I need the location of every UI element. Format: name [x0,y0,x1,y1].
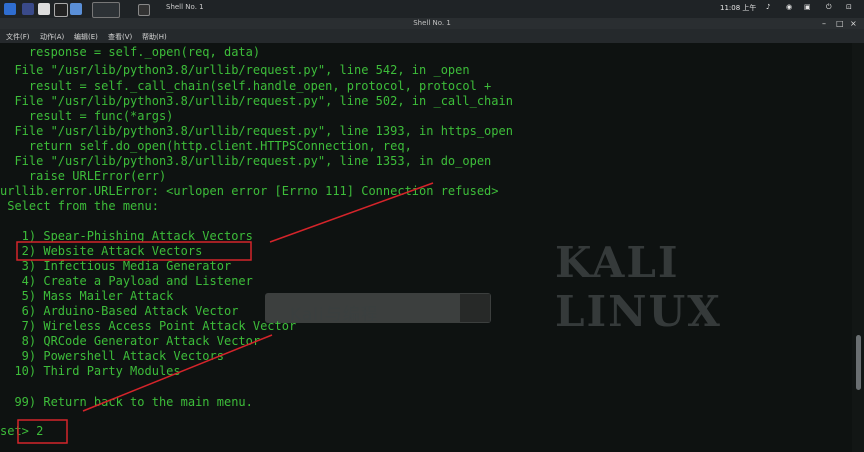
annotation-overlay [16,182,434,444]
window-title: Shell No. 1 [413,19,451,27]
menu-help[interactable]: 帮助(H) [142,32,167,42]
workspace-switcher[interactable] [92,2,120,18]
power-icon[interactable]: ⏻ [826,3,832,12]
menu-view[interactable]: 查看(V) [108,32,132,42]
menu-edit[interactable]: 编辑(E) [74,32,98,42]
terminal-icon[interactable] [54,3,68,17]
scrollbar-thumb[interactable] [856,335,861,390]
browser-icon[interactable] [70,3,82,15]
notification-icon[interactable]: ◉ [786,3,792,11]
desktop-icon[interactable] [22,3,34,15]
network-icon[interactable]: ⊡ [846,3,852,11]
close-button[interactable]: × [850,19,857,28]
menu-file[interactable]: 文件(F) [6,32,30,42]
menu-bar: 文件(F) 动作(A) 编辑(E) 查看(V) 帮助(H) [0,29,864,44]
terminal-task-icon[interactable] [138,4,150,16]
terminal-output[interactable]: KALI LINUX Kali与编程 response = self._open… [0,43,852,452]
window-titlebar: Shell No. 1 – □ × [0,18,864,29]
highlight-box-input [17,419,68,444]
annotation-arrow-2 [82,334,273,412]
file-manager-icon[interactable] [38,3,50,15]
maximize-button[interactable]: □ [836,19,844,28]
menu-action[interactable]: 动作(A) [40,32,64,42]
taskbar: Shell No. 1 11:08 上午 ♪ ◉ ▣ ⏻ ⊡ [0,0,864,19]
minimize-button[interactable]: – [822,19,826,28]
lock-icon[interactable]: ▣ [804,3,811,11]
speaker-icon[interactable]: ♪ [766,3,770,11]
clock: 11:08 上午 [720,4,757,12]
kali-menu-icon[interactable] [4,3,16,15]
terminal-scrollbar[interactable] [852,43,864,452]
highlight-box-option-2 [16,241,252,261]
annotation-arrow-1 [269,182,434,243]
taskbar-window-label[interactable]: Shell No. 1 [166,3,204,11]
